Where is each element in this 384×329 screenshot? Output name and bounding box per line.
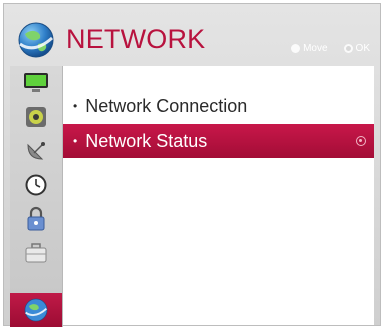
menu-header: NETWORK Move OK [4,4,380,66]
move-hint-label: Move [303,43,328,54]
satellite-dish-icon [27,142,45,160]
ok-button-icon [343,44,353,53]
bullet: • [73,134,78,148]
menu-item-label: Network Status [85,130,208,151]
clock-icon [25,174,47,196]
globe-icon [24,298,48,322]
menu-content: • Network Connection • Network Status [63,66,374,325]
sidebar-item-network[interactable] [10,293,62,327]
ok-indicator-icon [356,136,366,146]
move-hint: Move [291,43,328,54]
sidebar-item-time[interactable] [10,168,62,202]
dpad-icon [291,44,301,53]
page-title: NETWORK [66,24,206,54]
sidebar-item-audio[interactable] [10,100,62,134]
tv-picture-icon [24,73,48,92]
sidebar-item-picture[interactable] [10,66,62,100]
globe-icon [18,22,54,58]
ok-hint-label: OK [355,43,370,54]
menu-item-label: Network Connection [85,95,248,116]
sidebar-item-lock[interactable] [10,202,62,236]
settings-panel: NETWORK Move OK • Network Connection • N… [3,3,381,327]
remote-hints: Move OK [291,43,370,54]
menu-item-network-status[interactable]: • Network Status [63,124,374,158]
sidebar-item-option[interactable] [10,236,62,270]
category-sidebar [10,66,63,327]
briefcase-icon [25,243,47,263]
speaker-icon [26,107,46,127]
lock-icon [27,206,45,231]
bullet: • [73,99,78,113]
ok-hint: OK [343,43,370,54]
menu-item-network-connection[interactable]: • Network Connection [63,89,374,123]
sidebar-item-channel[interactable] [10,134,62,168]
